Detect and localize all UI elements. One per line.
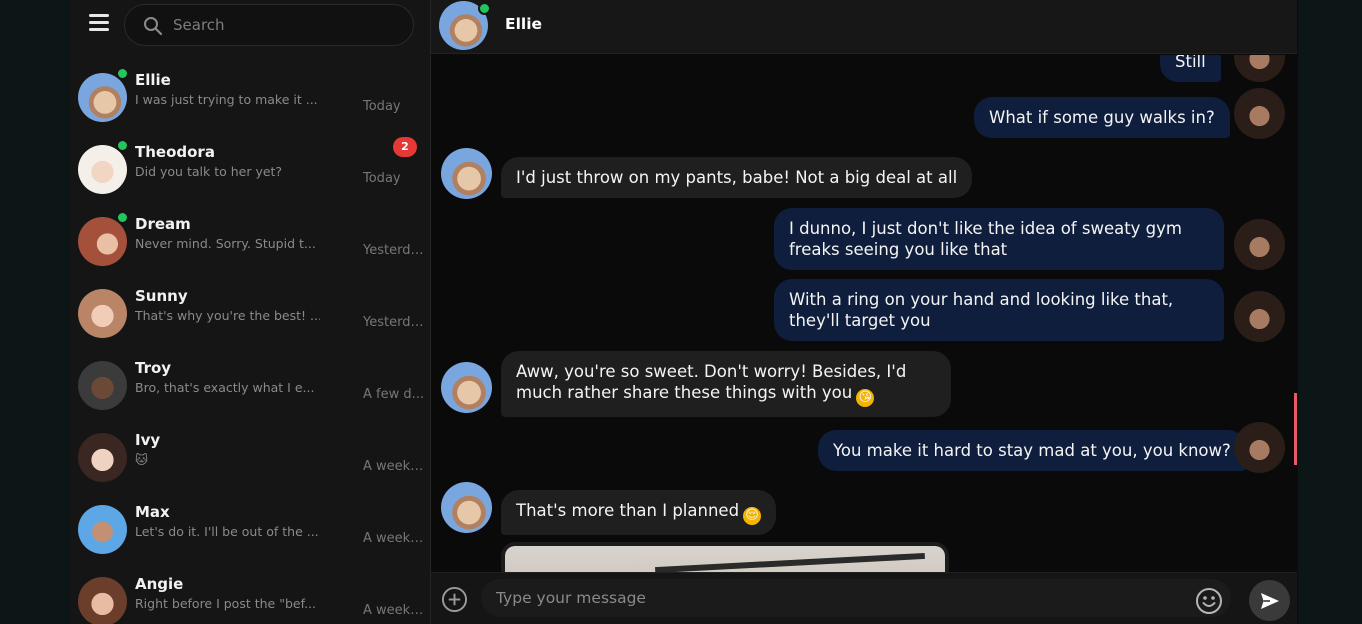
contact-item-theodora[interactable]: Theodora Did you talk to her yet? 2 Toda… [70,137,430,209]
contact-item-sunny[interactable]: Sunny That's why you're the best! ... Ye… [70,281,430,353]
contact-avatar [441,362,492,413]
photo-image [505,546,945,572]
kiss-emoji: 😘 [856,389,875,407]
contact-item-ivy[interactable]: Ivy 🐱 A week ... [70,425,430,497]
online-indicator [116,139,129,152]
search-box[interactable] [124,4,414,46]
contact-name: Ellie [135,71,171,89]
user-avatar [1234,55,1285,82]
relieved-emoji: 😌 [743,507,762,525]
message-composer [431,572,1297,624]
plus-circle-icon[interactable] [441,586,468,613]
contact-item-dream[interactable]: Dream Never mind. Sorry. Stupid t... Yes… [70,209,430,281]
message-incoming: That's more than I planned 😌 [501,490,777,535]
online-indicator [116,67,129,80]
message-text: That's more than I planned [516,501,740,520]
photo-attachment[interactable] [501,542,949,572]
online-indicator [478,2,491,15]
user-avatar [1234,219,1285,270]
avatar [78,73,127,122]
contact-name: Troy [135,359,172,377]
search-input[interactable] [173,5,403,45]
contact-time: Yesterday [363,243,425,258]
avatar [78,217,127,266]
avatar [78,145,127,194]
send-button[interactable] [1249,580,1290,621]
contact-preview: 🐱 [135,452,149,467]
avatar [78,505,127,554]
message-input-wrap [481,579,1231,617]
message-text: Aww, you're so sweet. Don't worry! Besid… [516,362,907,402]
menu-icon[interactable] [89,14,109,31]
contact-name: Sunny [135,287,188,305]
contact-time: Today [363,171,401,186]
contact-preview: That's why you're the best! ... [135,308,320,323]
contact-time: A few d... [363,387,425,402]
contact-name: Dream [135,215,191,233]
contact-name: Angie [135,575,184,593]
contact-preview: Never mind. Sorry. Stupid t... [135,236,316,251]
avatar [78,289,127,338]
unread-badge: 2 [393,137,417,157]
contacts-sidebar: Ellie I was just trying to make it ... T… [70,0,431,624]
send-icon [1261,593,1279,609]
message-outgoing: With a ring on your hand and looking lik… [774,279,1224,341]
contact-time: Yesterday [363,315,425,330]
contact-item-troy[interactable]: Troy Bro, that's exactly what I e... A f… [70,353,430,425]
contact-preview: Bro, that's exactly what I e... [135,380,315,395]
online-indicator [116,211,129,224]
contact-name: Theodora [135,143,215,161]
message-outgoing: Still [1160,55,1221,82]
chat-panel: Ellie Still What if some guy walks in? I… [431,0,1297,624]
contact-item-angie[interactable]: Angie Right before I post the "bef... A … [70,569,430,624]
avatar [78,361,127,410]
scroll-indicator[interactable] [1294,393,1297,465]
contact-time: A week ... [363,603,425,618]
contact-avatar [441,482,492,533]
contact-name: Ivy [135,431,161,449]
contact-avatar [441,148,492,199]
smile-icon[interactable] [1195,587,1223,615]
contact-item-ellie[interactable]: Ellie I was just trying to make it ... T… [70,65,430,137]
message-input[interactable] [496,579,1186,617]
user-avatar [1234,88,1285,139]
message-outgoing: I dunno, I just don't like the idea of s… [774,208,1224,270]
message-outgoing: You make it hard to stay mad at you, you… [818,430,1246,471]
contact-preview: Let's do it. I'll be out of the ... [135,524,319,539]
chat-header: Ellie [431,0,1297,54]
message-list[interactable]: Still What if some guy walks in? I'd jus… [431,55,1297,572]
message-incoming: Aww, you're so sweet. Don't worry! Besid… [501,351,951,417]
avatar [78,577,127,624]
contact-time: A week ... [363,459,425,474]
user-avatar [1234,291,1285,342]
chat-title: Ellie [505,15,543,33]
contact-preview: Did you talk to her yet? [135,164,283,179]
search-icon [144,17,163,36]
message-outgoing: What if some guy walks in? [974,97,1230,138]
contact-name: Max [135,503,170,521]
contact-preview: Right before I post the "bef... [135,596,316,611]
contact-preview: I was just trying to make it ... [135,92,318,107]
contact-time: A week ... [363,531,425,546]
messenger-app: Ellie I was just trying to make it ... T… [70,0,1298,624]
sidebar-header [70,0,430,52]
contact-item-max[interactable]: Max Let's do it. I'll be out of the ... … [70,497,430,569]
user-avatar [1234,422,1285,473]
message-incoming: I'd just throw on my pants, babe! Not a … [501,157,973,198]
contact-time: Today [363,99,401,114]
avatar [78,433,127,482]
